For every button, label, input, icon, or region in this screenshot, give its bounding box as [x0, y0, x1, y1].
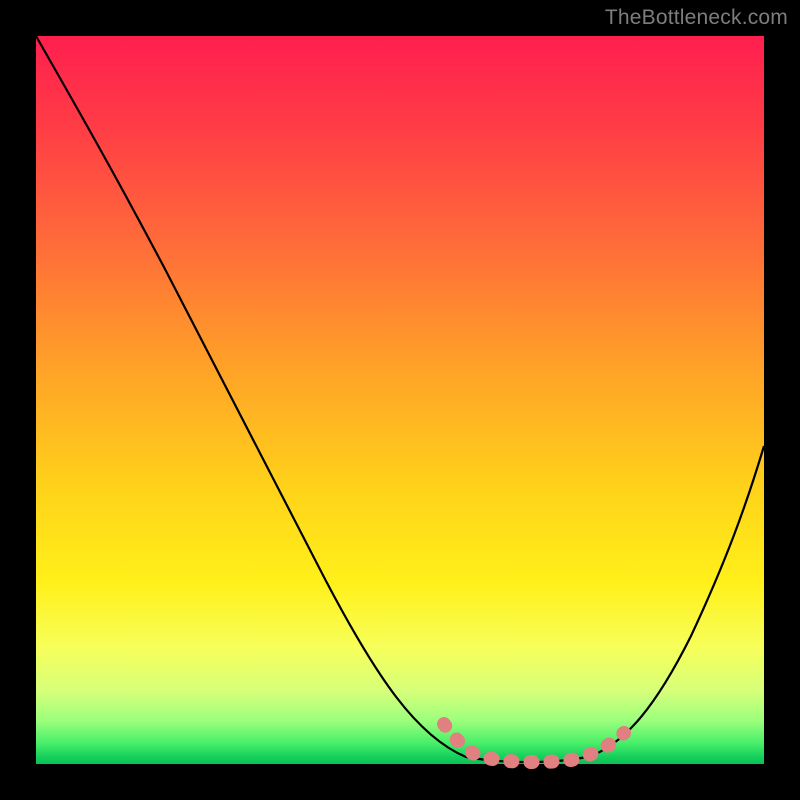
curve-svg — [36, 36, 764, 764]
optimal-band-highlight — [444, 724, 624, 762]
bottleneck-curve — [36, 36, 764, 762]
plot-area — [36, 36, 764, 764]
watermark-text: TheBottleneck.com — [605, 6, 788, 30]
chart-frame: TheBottleneck.com — [0, 0, 800, 800]
